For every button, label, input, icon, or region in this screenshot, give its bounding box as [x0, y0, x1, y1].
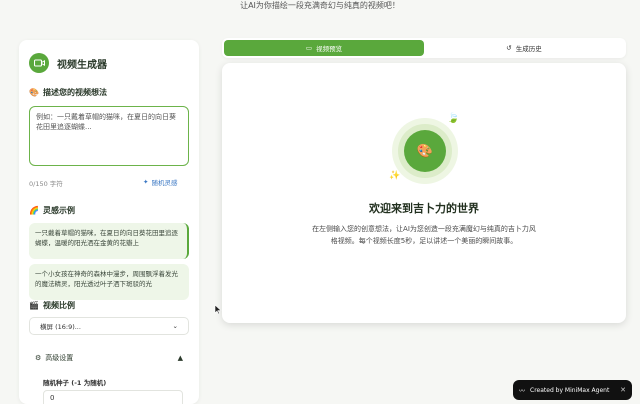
ratio-section-label: 🎬 视频比例: [29, 300, 75, 311]
tab-video-preview[interactable]: ▭ 视频预览: [224, 40, 424, 56]
advanced-settings-toggle[interactable]: ⚙ 高级设置 ▲: [29, 349, 189, 367]
welcome-description: 在左侧输入您的创意想法，让AI为您创造一段充满魔幻与纯真的吉卜力风格视频。每个视…: [312, 225, 536, 245]
film-icon: 🎬: [29, 301, 39, 310]
agent-logo-icon: 〰: [519, 387, 526, 395]
generator-panel: 视频生成器 🎨 描述您的视频想法 例如：一只戴着草帽的猫咪，在夏日的向日葵花田里…: [19, 40, 199, 404]
triangle-up-icon: ▲: [177, 354, 183, 362]
video-camera-icon: [29, 53, 49, 73]
ratio-select-value: 横屏 (16:9)...: [40, 323, 81, 331]
prompt-textarea[interactable]: 例如：一只戴着草帽的猫咪，在夏日的向日葵花田里追逐蝴蝶...: [29, 106, 189, 166]
random-inspiration-label: 随机灵感: [151, 179, 178, 187]
chevron-down-icon: ⌄: [172, 322, 178, 330]
created-by-badge[interactable]: 〰 Created by MiniMax Agent ✕: [513, 380, 632, 400]
history-icon: ↺: [506, 44, 512, 52]
ratio-label: 视频比例: [42, 301, 75, 310]
examples-section-label: 🌈 灵感示例: [29, 205, 75, 216]
example-item[interactable]: 一个小女孩在神奇的森林中漫步，周围飘浮着发光的魔法精灵，阳光透过叶子洒下斑驳的光: [29, 264, 189, 300]
prompt-section-label: 🎨 描述您的视频想法: [29, 87, 107, 98]
tab-video-preview-label: 视频预览: [316, 45, 343, 53]
close-icon[interactable]: ✕: [620, 386, 626, 394]
welcome-title: 欢迎来到吉卜力的世界: [369, 202, 479, 215]
examples-label: 灵感示例: [42, 206, 75, 215]
badge-label: Created by MiniMax Agent: [530, 386, 610, 394]
sparkle-icon: ✨: [389, 171, 401, 181]
panel-title: 视频生成器: [57, 59, 107, 71]
video-icon: ▭: [305, 44, 313, 52]
magic-wand-icon: ✦: [143, 178, 149, 186]
ratio-select[interactable]: 横屏 (16:9)... ⌄: [29, 317, 189, 335]
char-counter: 0/150 字符: [29, 180, 63, 188]
advanced-settings-label: 高级设置: [45, 354, 74, 362]
palette-icon: 🎨: [29, 88, 39, 97]
prompt-label: 描述您的视频想法: [42, 88, 107, 97]
preview-card: 🎨 🍃 ✨ 欢迎来到吉卜力的世界 在左侧输入您的创意想法，让AI为您创造一段充满…: [222, 63, 626, 323]
panel-header: 视频生成器: [29, 53, 107, 73]
rainbow-icon: 🌈: [29, 206, 39, 215]
mouse-cursor-icon: [214, 304, 222, 315]
seed-label: 随机种子 (-1 为随机): [43, 379, 107, 387]
example-item[interactable]: 一只戴着草帽的猫咪，在夏日的向日葵花田里追逐蝴蝶，温暖的阳光洒在金黄的花瓣上: [29, 223, 189, 259]
palette-circle-icon: 🎨: [404, 130, 446, 172]
tab-history-label: 生成历史: [515, 45, 542, 53]
gear-icon: ⚙: [35, 354, 42, 362]
seed-input[interactable]: 0: [43, 390, 183, 404]
random-inspiration-button[interactable]: ✦ 随机灵感: [143, 177, 177, 187]
leaf-icon: 🍃: [447, 113, 460, 124]
tab-history[interactable]: ↺ 生成历史: [424, 40, 624, 56]
page-subtitle: 让AI为你描绘一段充满奇幻与纯真的视频吧！: [240, 1, 400, 10]
view-tabs: ▭ 视频预览 ↺ 生成历史: [222, 38, 626, 58]
